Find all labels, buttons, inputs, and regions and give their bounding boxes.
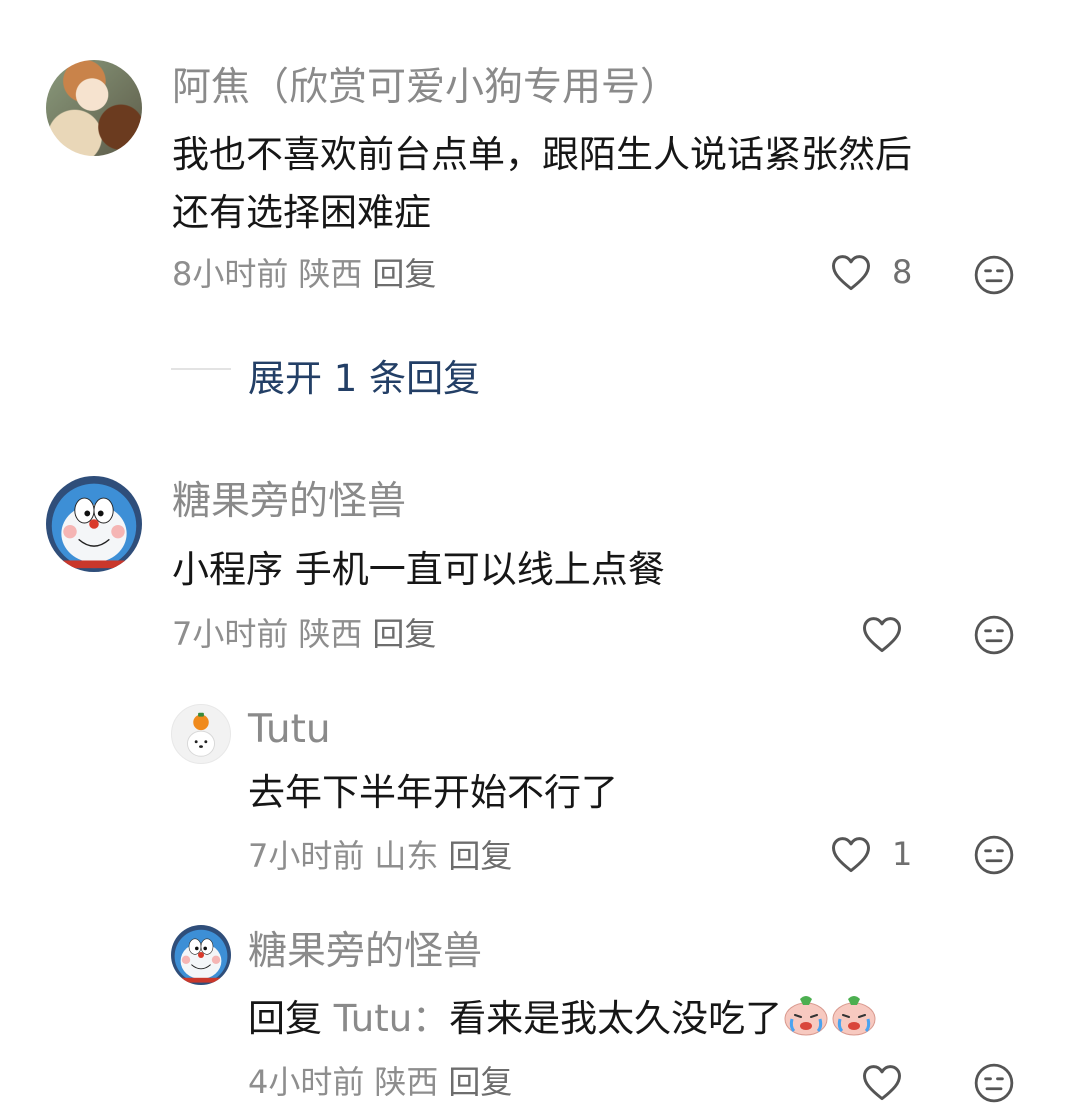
reply-link[interactable]: 回复 bbox=[372, 255, 436, 293]
heart-icon bbox=[863, 617, 901, 653]
comment-time: 8小时前 bbox=[172, 255, 289, 293]
comment-region: 陕西 bbox=[298, 255, 363, 293]
like-button[interactable] bbox=[861, 1062, 903, 1102]
meh-face-icon[interactable] bbox=[973, 614, 1015, 656]
comment-region: 陕西 bbox=[298, 615, 363, 653]
comment-time: 7小时前 bbox=[172, 615, 289, 653]
like-button[interactable]: 8 bbox=[830, 252, 912, 292]
like-button[interactable] bbox=[861, 614, 903, 654]
crying-emoji bbox=[784, 996, 828, 1036]
reply-time: 7小时前 bbox=[248, 837, 365, 875]
like-count: 8 bbox=[892, 253, 913, 291]
like-count: 1 bbox=[892, 835, 913, 873]
meh-face-icon[interactable] bbox=[973, 254, 1015, 296]
like-button[interactable]: 1 bbox=[830, 834, 912, 874]
reply-link[interactable]: 回复 bbox=[372, 615, 436, 653]
reply-prefix: 回复 bbox=[248, 997, 322, 1040]
reply-region: 山东 bbox=[374, 837, 439, 875]
username-tutu[interactable]: Tutu bbox=[248, 710, 331, 749]
reply-link[interactable]: 回复 bbox=[448, 837, 512, 875]
username-ajiao[interactable]: 阿焦（欣赏可爱小狗专用号） bbox=[172, 68, 679, 107]
avatar-doraemon-small[interactable] bbox=[171, 925, 231, 985]
comment-text: 小程序 手机一直可以线上点餐 bbox=[172, 548, 665, 591]
comment-meta: 8小时前 陕西 回复 bbox=[172, 258, 436, 290]
meh-face-icon[interactable] bbox=[973, 834, 1015, 876]
username-tangguo[interactable]: 糖果旁的怪兽 bbox=[172, 482, 406, 521]
meh-face-icon[interactable] bbox=[973, 1062, 1015, 1104]
reply-body: 看来是我太久没吃了 bbox=[449, 997, 783, 1040]
reply-region: 陕西 bbox=[374, 1063, 439, 1101]
reply-text: 去年下半年开始不行了 bbox=[248, 771, 618, 814]
heart-icon bbox=[832, 255, 870, 291]
heart-icon bbox=[832, 837, 870, 873]
comment-text-line1: 我也不喜欢前台点单，跟陌生人说话紧张然后 bbox=[172, 133, 912, 176]
comment-meta: 7小时前 陕西 回复 bbox=[172, 618, 436, 650]
expand-replies-link[interactable]: 展开 1 条回复 bbox=[248, 348, 480, 402]
reply-meta: 7小时前 山东 回复 bbox=[248, 840, 512, 872]
avatar-doraemon[interactable] bbox=[46, 476, 142, 572]
username-tangguo[interactable]: 糖果旁的怪兽 bbox=[248, 932, 482, 971]
reply-meta: 4小时前 陕西 回复 bbox=[248, 1066, 512, 1098]
reply-text: 回复 Tutu：看来是我太久没吃了 bbox=[248, 990, 878, 1048]
comment-text: 我也不喜欢前台点单，跟陌生人说话紧张然后 还有选择困难症 bbox=[172, 126, 1032, 242]
avatar-ajiao[interactable] bbox=[46, 60, 142, 156]
comment-text-line2: 还有选择困难症 bbox=[172, 191, 431, 234]
reply-target-user[interactable]: Tutu： bbox=[334, 997, 449, 1040]
avatar-tutu[interactable] bbox=[171, 704, 231, 764]
reply-link[interactable]: 回复 bbox=[448, 1063, 512, 1101]
expand-divider bbox=[171, 368, 231, 370]
crying-emoji bbox=[832, 996, 876, 1036]
heart-icon bbox=[863, 1065, 901, 1101]
reply-time: 4小时前 bbox=[248, 1063, 365, 1101]
